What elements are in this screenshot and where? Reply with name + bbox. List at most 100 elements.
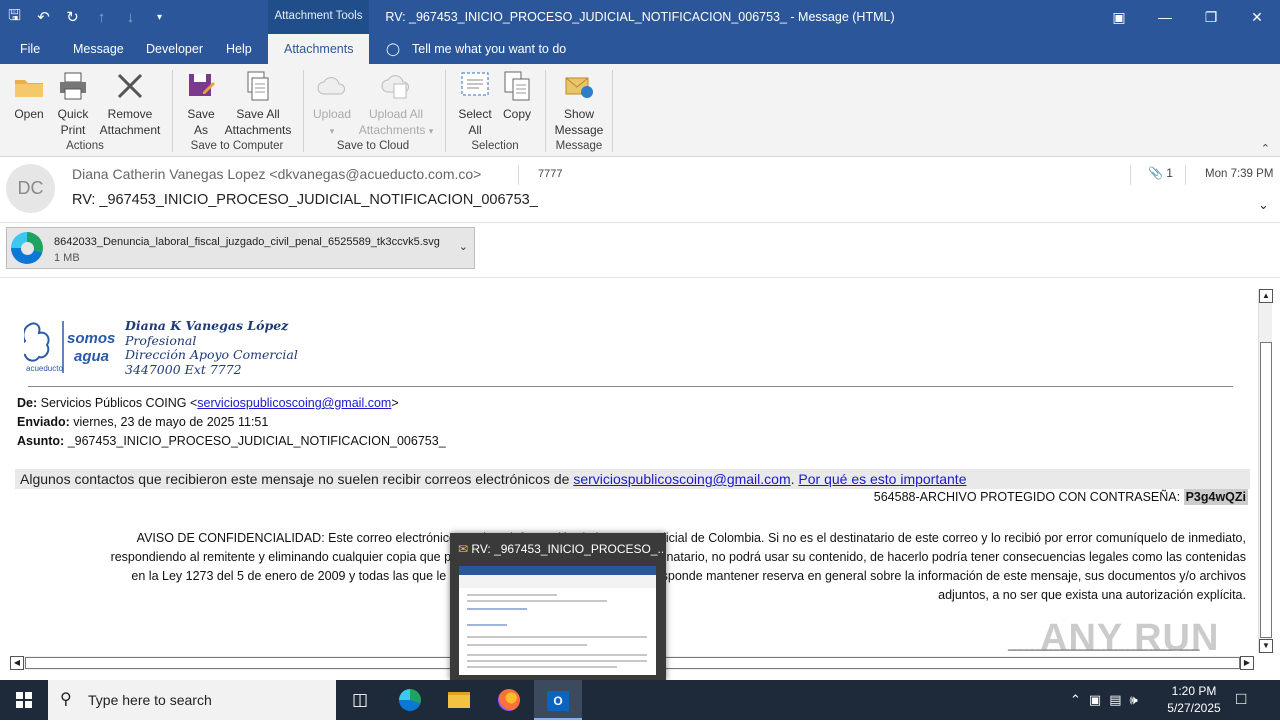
preview-line [467, 624, 507, 626]
select-all-label-1: Select [458, 107, 492, 121]
password-line: 564588-ARCHIVO PROTEGIDO CON CONTRASEÑA:… [873, 489, 1248, 505]
system-tray: ⌃ ▣ ▤ 🕪 [1070, 680, 1138, 720]
group-save-computer-label: Save to Computer [190, 140, 284, 152]
divider [518, 165, 519, 185]
collapse-ribbon-icon[interactable]: ⌃ [1261, 142, 1270, 155]
preview-line [467, 666, 617, 668]
window-controls: ▣ — ❐ ✕ [1096, 0, 1280, 34]
close-button[interactable]: ✕ [1234, 0, 1280, 34]
show-message-button[interactable]: Show Message [554, 70, 604, 138]
message-subject: RV: _967453_INICIO_PROCESO_JUDICIAL_NOTI… [72, 192, 538, 208]
upload-all-label-2: Attachments [358, 123, 426, 137]
maximize-button[interactable]: ❐ [1188, 0, 1234, 34]
firefox-icon[interactable] [485, 680, 533, 720]
group-save-cloud-label: Save to Cloud [336, 140, 410, 152]
subject-value: _967453_INICIO_PROCESO_JUDICIAL_NOTIFICA… [67, 434, 446, 448]
edge-icon [11, 232, 43, 264]
file-explorer-icon[interactable] [435, 680, 483, 720]
save-icon[interactable]: 🖫 [0, 5, 29, 30]
vertical-scrollbar[interactable]: ▲ ▼ [1258, 289, 1273, 653]
upload-button[interactable]: Upload ▾ [311, 70, 353, 139]
signature-phone: 3447000 Ext 7772 [125, 361, 242, 377]
attachment-item[interactable]: 8642033_Denuncia_laboral_fiscal_juzgado_… [6, 227, 475, 269]
remove-attachment-label-2: Attachment [99, 123, 161, 137]
why-important-link[interactable]: Por qué es esto importante [798, 471, 966, 487]
select-all-label-2: All [468, 123, 482, 137]
from-name: Servicios Públicos COING < [40, 396, 198, 410]
group-actions-label: Actions [66, 140, 104, 152]
upload-all-attachments-button[interactable]: Upload All Attachments ▾ [356, 70, 436, 139]
save-as-button[interactable]: Save As [183, 70, 219, 138]
scroll-thumb[interactable] [1260, 342, 1272, 638]
ribbon-tab-bar: File Message Developer Help Attachments … [0, 34, 1280, 64]
select-all-button[interactable]: Select All [456, 70, 494, 138]
chevron-down-icon[interactable]: ⌄ [1258, 197, 1269, 213]
scroll-down-icon[interactable]: ▼ [1259, 639, 1273, 653]
tab-file[interactable]: File [20, 34, 40, 64]
scroll-left-icon[interactable]: ◀ [10, 656, 24, 670]
scroll-right-icon[interactable]: ▶ [1240, 656, 1254, 670]
remove-attachment-button[interactable]: Remove Attachment [96, 70, 164, 138]
save-all-attachments-button[interactable]: Save All Attachments [222, 70, 294, 138]
notification-icon[interactable]: □ [1236, 689, 1246, 709]
redo-icon[interactable]: ↻ [58, 8, 87, 26]
tab-help[interactable]: Help [226, 34, 252, 64]
from-email-link[interactable]: serviciospublicoscoing@gmail.com [197, 396, 391, 410]
copy-button[interactable]: Copy [500, 70, 534, 122]
save-as-icon [189, 74, 215, 96]
tab-attachments[interactable]: Attachments [268, 34, 370, 64]
task-view-icon[interactable]: ◫ [336, 680, 384, 720]
quick-print-button[interactable]: Quick Print [53, 70, 93, 138]
tab-developer[interactable]: Developer [146, 34, 203, 64]
arrow-up-icon[interactable]: ↑ [87, 9, 116, 26]
tab-message[interactable]: Message [73, 34, 124, 64]
save-all-label-1: Save All [236, 107, 280, 121]
divider [28, 386, 1233, 387]
show-message-label-2: Message [554, 123, 604, 137]
sent-label: Enviado: [17, 415, 70, 429]
preview-title: ✉ RV: _967453_INICIO_PROCESO_... [458, 542, 663, 556]
select-all-icon [461, 72, 489, 96]
network-icon[interactable]: ▤ [1109, 692, 1121, 708]
taskbar-clock[interactable]: 1:20 PM 5/27/2025 [1162, 683, 1226, 717]
chevron-up-icon[interactable]: ⌃ [1070, 692, 1081, 708]
open-button[interactable]: Open [10, 70, 48, 122]
ribbon: Open Quick Print Remove Attachment Actio… [0, 64, 1280, 157]
cloud-icon [317, 77, 346, 95]
undo-icon[interactable]: ↶ [29, 8, 58, 26]
preview-image [459, 566, 656, 675]
message-header: DC Diana Catherin Vanegas Lopez <dkvaneg… [0, 157, 1280, 223]
clock-time: 1:20 PM [1171, 684, 1217, 698]
password-label: 564588-ARCHIVO PROTEGIDO CON CONTRASEÑA: [873, 490, 1184, 504]
folder-icon [15, 80, 43, 97]
attachment-count-value: 1 [1166, 166, 1173, 180]
context-tab-label: Attachment Tools [268, 0, 369, 34]
edge-taskbar-icon[interactable] [386, 680, 434, 720]
attachment-name: 8642033_Denuncia_laboral_fiscal_juzgado_… [54, 236, 440, 248]
lightbulb-icon: ◯ [386, 42, 400, 56]
attachment-dropdown-icon[interactable]: ⌄ [459, 240, 468, 253]
outlook-taskbar-icon[interactable]: O [534, 680, 582, 720]
logo-agua-text: agua [74, 348, 109, 365]
scroll-up-icon[interactable]: ▲ [1259, 289, 1273, 303]
taskbar-search-box[interactable]: ⚲ Type here to search [48, 680, 336, 720]
warning-email-link[interactable]: serviciospublicoscoing@gmail.com [573, 471, 790, 487]
sender[interactable]: Diana Catherin Vanegas Lopez <dkvanegas@… [72, 166, 481, 182]
minimize-button[interactable]: — [1142, 0, 1188, 34]
preview-line [467, 608, 527, 610]
taskbar-thumbnail-preview[interactable]: ✉ RV: _967453_INICIO_PROCESO_... [450, 533, 666, 680]
customize-qat-icon[interactable]: ▾ [145, 12, 174, 23]
network-device-icon[interactable]: ▣ [1089, 692, 1101, 708]
clock-date: 5/27/2025 [1167, 701, 1221, 715]
windows-start-icon[interactable] [0, 680, 48, 720]
ribbon-display-options-icon[interactable]: ▣ [1096, 0, 1142, 34]
ribbon-separator [545, 70, 546, 152]
title-bar: 🖫 ↶ ↻ ↑ ↓ ▾ Attachment Tools RV: _967453… [0, 0, 1280, 34]
arrow-down-icon[interactable]: ↓ [116, 9, 145, 26]
show-message-label-1: Show [563, 107, 595, 121]
anyrun-watermark: ANY RUN [1040, 617, 1220, 657]
volume-icon[interactable]: 🕪 [1130, 692, 1138, 708]
logo-somos-text: somos [67, 330, 115, 347]
sent-value: viernes, 23 de mayo de 2025 11:51 [73, 415, 269, 429]
tell-me-box[interactable]: ◯ Tell me what you want to do [386, 34, 566, 64]
